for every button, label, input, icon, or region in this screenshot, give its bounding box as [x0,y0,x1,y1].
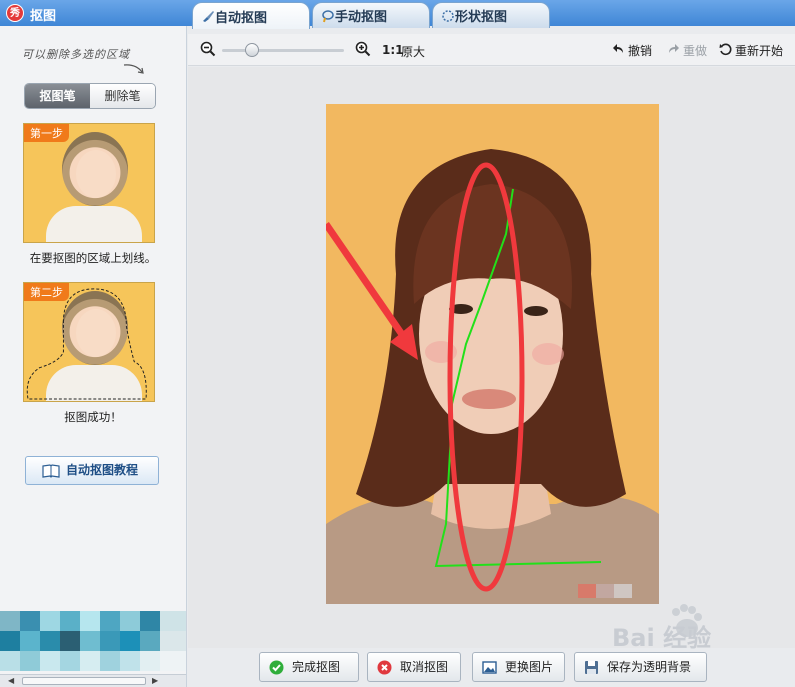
hint-text: 可以删除多选的区域 [22,48,130,61]
tab-label: 自动抠图 [215,10,268,26]
app-title: 抠图 [30,9,57,24]
curved-arrow-icon [123,64,144,74]
baby-body [46,206,142,242]
complete-cutout-button[interactable]: 完成抠图 [259,652,359,682]
restart-button[interactable]: 重新开始 [719,42,783,59]
save-icon [585,661,598,674]
lasso-icon [322,10,334,23]
cancel-cutout-button[interactable]: 取消抠图 [367,652,461,682]
tab-auto-cutout[interactable]: 自动抠图 [192,2,310,29]
portrait-image [326,104,659,604]
scrollbar-thumb[interactable] [22,677,146,685]
undo-icon [613,44,623,53]
sidebar-horizontal-scrollbar[interactable]: ◀ ▶ [0,674,186,687]
eraser-pen-button[interactable]: 删除笔 [90,84,155,108]
step2-caption: 抠图成功！ [64,410,122,424]
step2-tag: 第二步 [24,283,69,301]
auto-cutout-tutorial-button[interactable]: 自动抠图教程 [25,456,159,485]
tab-label: 形状抠图 [455,10,508,25]
tab-shape-cutout[interactable]: 形状抠图 [432,2,550,28]
shape-icon [442,10,454,22]
pixelated-region [0,611,186,671]
book-icon [42,464,60,478]
undo-button[interactable]: 撤销 [612,42,652,59]
scroll-right-arrow-icon[interactable]: ▶ [152,676,158,685]
replace-image-button[interactable]: 更换图片 [472,652,565,682]
redo-label: 重做 [683,44,708,58]
zoom-slider-knob[interactable] [245,43,259,57]
original-size-button[interactable]: 原大 [401,43,425,60]
redo-button[interactable]: 重做 [667,42,707,59]
tab-manual-cutout[interactable]: 手动抠图 [312,2,430,28]
restart-label: 重新开始 [735,44,784,58]
restart-icon [719,43,732,56]
complete-cutout-label: 完成抠图 [292,660,341,674]
step1-tag: 第一步 [24,124,69,142]
save-transparent-button[interactable]: 保存为透明背景 [574,652,707,682]
step1-caption: 在要抠图的区域上划线。 [29,251,157,265]
zoom-in-icon[interactable] [355,41,371,57]
tab-label: 手动抠图 [335,10,388,25]
canvas-toolbar: 1:1 原大 撤销 重做 重新开始 [188,34,795,66]
step2-example-image: 第二步 [23,282,155,402]
step1-example-image: 第一步 [23,123,155,243]
brush-mode-toggle: 抠图笔 删除笔 [24,83,156,109]
app-logo-icon: 秀 [6,4,24,22]
brush-icon [203,11,214,22]
sidebar: 可以删除多选的区域 抠图笔 删除笔 第一步 在要抠图的区域上划线。 第二步 抠图… [0,26,187,687]
redo-icon [669,44,679,53]
zoom-slider[interactable] [222,49,344,52]
scroll-left-arrow-icon[interactable]: ◀ [8,676,14,685]
undo-label: 撤销 [628,44,653,58]
cancel-icon [377,660,392,675]
picture-icon [482,661,497,674]
baby-face [76,150,116,198]
cancel-cutout-label: 取消抠图 [400,660,449,674]
photo-being-edited[interactable] [326,104,659,604]
cutout-pen-button[interactable]: 抠图笔 [25,84,90,108]
replace-image-label: 更换图片 [505,660,554,674]
checkmark-icon [269,660,284,675]
zoom-out-icon[interactable] [200,41,216,57]
title-bar: 秀 抠图 自动抠图 手动抠图 形状抠图 [0,0,795,29]
tutorial-label: 自动抠图教程 [66,463,139,477]
save-transparent-label: 保存为透明背景 [607,660,692,674]
watermark-text: Bai 经验 [612,624,712,652]
